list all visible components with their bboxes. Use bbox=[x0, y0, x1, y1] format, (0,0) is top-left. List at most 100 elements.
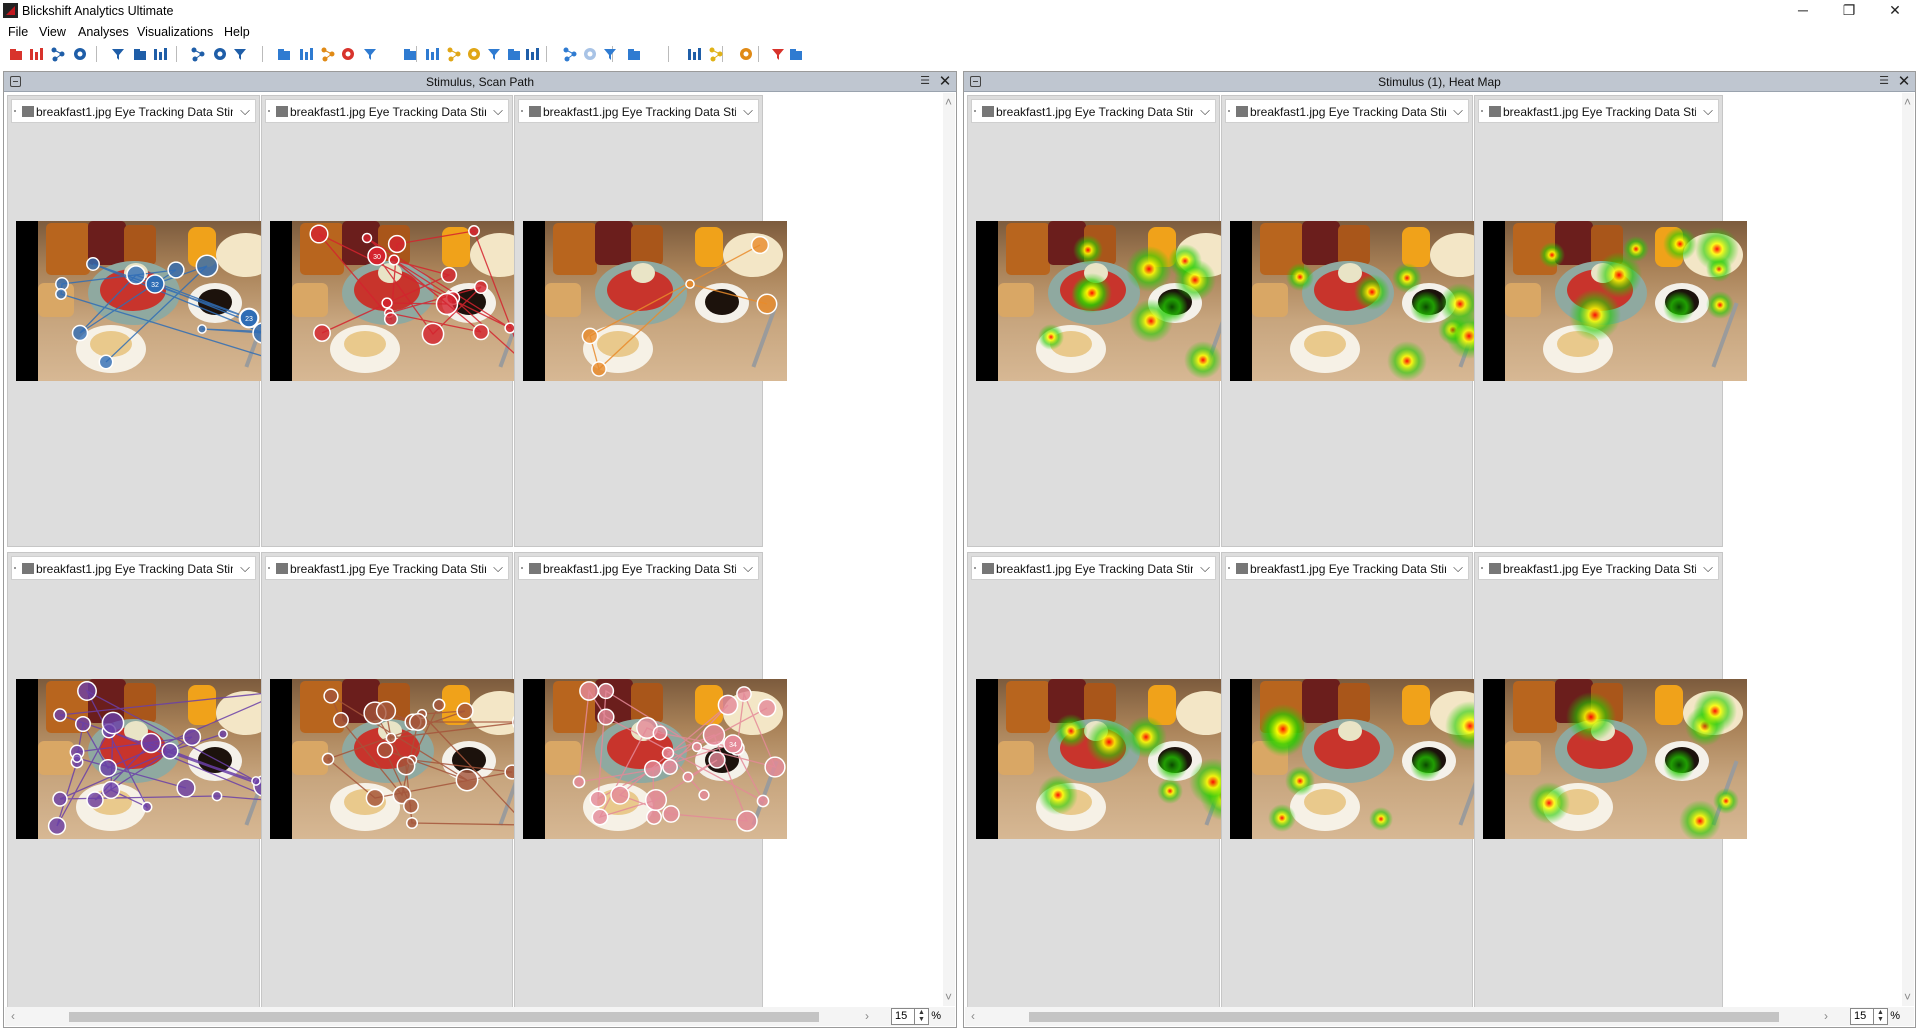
save-icon[interactable] bbox=[72, 46, 88, 62]
timeline-icon[interactable] bbox=[190, 46, 206, 62]
stimulus-image[interactable] bbox=[1230, 679, 1495, 839]
bars-icon[interactable] bbox=[466, 46, 482, 62]
stimulus-image[interactable] bbox=[523, 221, 787, 381]
chevron-down-icon[interactable]: ⌵ bbox=[743, 560, 753, 576]
horizontal-scrollbar[interactable]: ‹ › 15 ▲ ▼ % bbox=[965, 1007, 1914, 1026]
menu-help[interactable]: Help bbox=[224, 25, 250, 39]
open-project-icon[interactable] bbox=[8, 46, 24, 62]
drag-handle[interactable] bbox=[1228, 567, 1230, 569]
chart-icon[interactable] bbox=[738, 46, 754, 62]
view-selector[interactable]: breakfast1.jpg Eye Tracking Data Stimulu… bbox=[1225, 556, 1469, 580]
scroll-down-icon[interactable]: ˅ bbox=[1904, 990, 1911, 1004]
participants-icon[interactable] bbox=[110, 46, 126, 62]
map-icon[interactable] bbox=[708, 46, 724, 62]
transform-icon[interactable] bbox=[152, 46, 168, 62]
scroll-right-icon[interactable]: › bbox=[1824, 1009, 1828, 1023]
stimulus-image[interactable] bbox=[1483, 221, 1747, 381]
pane-close-icon[interactable]: ✕ bbox=[937, 73, 953, 90]
stimulus-image[interactable] bbox=[976, 679, 1250, 839]
flow-icon[interactable] bbox=[446, 46, 462, 62]
chevron-down-icon[interactable]: ⌵ bbox=[240, 103, 250, 119]
cluster-icon[interactable] bbox=[424, 46, 440, 62]
stimulus-image[interactable] bbox=[1230, 221, 1514, 381]
view-selector[interactable]: breakfast1.jpg Eye Tracking Data Stimulu… bbox=[1225, 99, 1469, 123]
view-selector[interactable]: breakfast1.jpg Eye Tracking Data Stimulu… bbox=[265, 556, 509, 580]
chevron-down-icon[interactable]: ⌵ bbox=[743, 103, 753, 119]
drag-handle[interactable] bbox=[14, 110, 16, 112]
view-selector[interactable]: breakfast1.jpg Eye Tracking Data Stimulu… bbox=[1478, 99, 1719, 123]
vertical-scrollbar[interactable]: ˄ ˅ bbox=[943, 93, 955, 1006]
scan-path-view[interactable]: breakfast1.jpg Eye Tracking Data Stimulu… bbox=[261, 95, 534, 547]
chevron-down-icon[interactable]: ⌵ bbox=[493, 103, 503, 119]
menu-visualizations[interactable]: Visualizations bbox=[137, 25, 213, 39]
minimize-button[interactable]: ─ bbox=[1780, 0, 1826, 22]
scroll-up-icon[interactable]: ˄ bbox=[945, 95, 952, 109]
menu-analyses[interactable]: Analyses bbox=[78, 25, 129, 39]
stimulus-image[interactable] bbox=[1483, 679, 1747, 839]
chevron-down-icon[interactable]: ⌵ bbox=[1200, 560, 1210, 576]
close-button[interactable]: ✕ bbox=[1872, 0, 1918, 22]
menu-file[interactable]: File bbox=[8, 25, 28, 39]
menu-view[interactable]: View bbox=[39, 25, 66, 39]
view-selector[interactable]: breakfast1.jpg Eye Tracking Data Stimulu… bbox=[971, 99, 1216, 123]
drag-handle[interactable] bbox=[1481, 567, 1483, 569]
drag-handle[interactable] bbox=[268, 110, 270, 112]
chevron-down-icon[interactable]: ⌵ bbox=[1453, 103, 1463, 119]
view-selector[interactable]: breakfast1.jpg Eye Tracking Data Stimulu… bbox=[11, 556, 256, 580]
scroll-left-icon[interactable]: ‹ bbox=[11, 1009, 15, 1023]
heat-map-view[interactable]: breakfast1.jpg Eye Tracking Data Stimulu… bbox=[967, 552, 1250, 1010]
stimulus-image[interactable] bbox=[976, 221, 1240, 381]
export-icon[interactable] bbox=[50, 46, 66, 62]
pane-close-icon[interactable]: ✕ bbox=[1896, 73, 1912, 90]
drag-handle[interactable] bbox=[14, 567, 16, 569]
scan-path-view[interactable]: breakfast1.jpg Eye Tracking Data Stimulu… bbox=[7, 552, 291, 1010]
stimulus-icon[interactable] bbox=[362, 46, 378, 62]
drag-handle[interactable] bbox=[974, 567, 976, 569]
scroll-up-icon[interactable]: ˄ bbox=[1904, 95, 1911, 109]
drag-handle[interactable] bbox=[1228, 110, 1230, 112]
zoom-stepper[interactable]: 15 ▲ ▼ bbox=[891, 1008, 929, 1025]
heat-map-view[interactable]: breakfast1.jpg Eye Tracking Data Stimulu… bbox=[1221, 95, 1514, 547]
scan-path-view[interactable]: breakfast1.jpg Eye Tracking Data Stimulu… bbox=[7, 95, 283, 547]
record-icon[interactable] bbox=[340, 46, 356, 62]
grid-icon[interactable] bbox=[602, 46, 618, 62]
spinner-icon[interactable]: ▲ ▼ bbox=[914, 1009, 928, 1024]
drag-handle[interactable] bbox=[974, 110, 976, 112]
circle-icon[interactable] bbox=[524, 46, 540, 62]
heat-map-view[interactable]: breakfast1.jpg Eye Tracking Data Stimulu… bbox=[1474, 95, 1747, 547]
heat-map-view[interactable]: breakfast1.jpg Eye Tracking Data Stimulu… bbox=[1221, 552, 1495, 1010]
drag-handle[interactable] bbox=[521, 567, 523, 569]
chevron-down-icon[interactable]: ⌵ bbox=[1703, 103, 1713, 119]
view-selector[interactable]: breakfast1.jpg Eye Tracking Data Stimulu… bbox=[1478, 556, 1719, 580]
stimulus-image[interactable]: 30 bbox=[270, 221, 534, 381]
chevron-down-icon[interactable]: ⌵ bbox=[1453, 560, 1463, 576]
filter-icon[interactable] bbox=[232, 46, 248, 62]
line-icon[interactable] bbox=[506, 46, 522, 62]
stimulus-image[interactable] bbox=[270, 679, 534, 839]
scroll-thumb[interactable] bbox=[69, 1012, 819, 1022]
stimulus-image[interactable]: 34 bbox=[523, 679, 787, 839]
dotted-grid-icon[interactable] bbox=[582, 46, 598, 62]
table-icon[interactable] bbox=[626, 46, 642, 62]
fan-icon[interactable] bbox=[562, 46, 578, 62]
view-selector[interactable]: breakfast1.jpg Eye Tracking Data Stimulu… bbox=[518, 99, 759, 123]
scan-path-view[interactable]: breakfast1.jpg Eye Tracking Data Stimulu… bbox=[514, 552, 787, 1010]
scroll-left-icon[interactable]: ‹ bbox=[971, 1009, 975, 1023]
zoom-stepper[interactable]: 15 ▲ ▼ bbox=[1850, 1008, 1888, 1025]
stimulus-image[interactable] bbox=[16, 679, 291, 839]
drag-handle[interactable] bbox=[268, 567, 270, 569]
scroll-thumb[interactable] bbox=[1029, 1012, 1779, 1022]
view-selector[interactable]: breakfast1.jpg Eye Tracking Data Stimulu… bbox=[971, 556, 1216, 580]
heat-map-icon[interactable] bbox=[788, 46, 804, 62]
aoi-icon[interactable] bbox=[212, 46, 228, 62]
scroll-right-icon[interactable]: › bbox=[865, 1009, 869, 1023]
bar-filter-icon[interactable] bbox=[276, 46, 292, 62]
dotted-path-icon[interactable] bbox=[320, 46, 336, 62]
view-selector[interactable]: breakfast1.jpg Eye Tracking Data Stimulu… bbox=[518, 556, 759, 580]
scan-path-icon[interactable] bbox=[770, 46, 786, 62]
scroll-down-icon[interactable]: ˅ bbox=[945, 990, 952, 1004]
scatter-icon[interactable] bbox=[402, 46, 418, 62]
columns-icon[interactable] bbox=[686, 46, 702, 62]
maximize-button[interactable]: ❐ bbox=[1826, 0, 1872, 22]
chevron-down-icon[interactable]: ⌵ bbox=[1200, 103, 1210, 119]
